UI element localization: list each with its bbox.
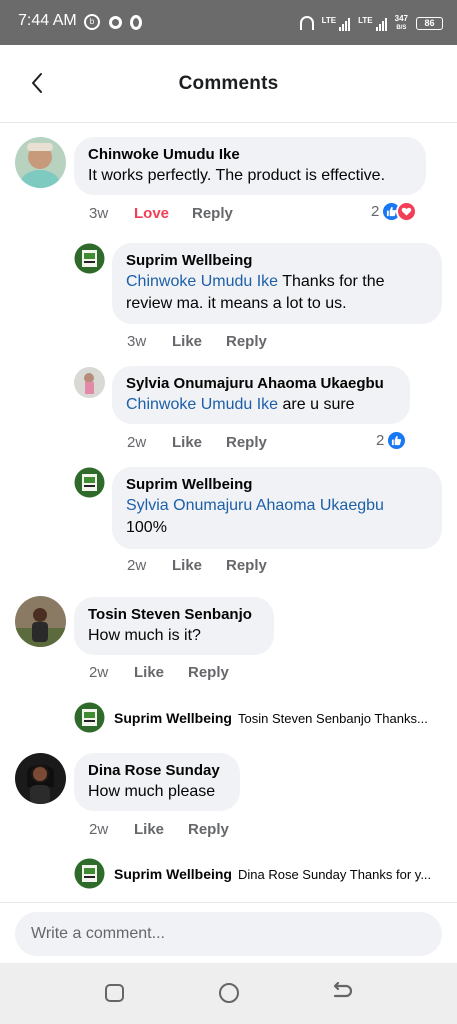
reply-bubble[interactable]: Sylvia Onumajuru Ahaoma Ukaegbu Chinwoke… <box>112 366 410 424</box>
status-time: 7:44 AM <box>18 12 77 29</box>
reply-author[interactable]: Suprim Wellbeing <box>126 475 428 495</box>
avatar-suprim[interactable] <box>74 467 105 498</box>
reply-button[interactable]: Reply <box>188 821 229 838</box>
avatar-suprim[interactable] <box>74 858 105 889</box>
like-button[interactable]: Like <box>172 333 226 350</box>
avatar-tosin[interactable] <box>15 596 66 647</box>
recent-apps-icon[interactable] <box>105 984 124 1002</box>
reply-text: Chinwoke Umudu Ike Thanks for the review… <box>126 273 385 312</box>
battery-icon: 86 <box>416 16 443 30</box>
reply-bubble[interactable]: Suprim Wellbeing Chinwoke Umudu Ike Than… <box>112 243 442 324</box>
reply-actions: 2w Like Reply <box>127 557 267 574</box>
status-bar: 7:44 AM b LTE LTE 347 B/S 86 <box>0 0 457 45</box>
avatar-suprim[interactable] <box>74 243 105 274</box>
reply-actions: 3w Like Reply <box>127 333 267 350</box>
comment-author[interactable]: Chinwoke Umudu Ike <box>88 145 412 165</box>
comment-time: 2w <box>89 821 109 838</box>
o-icon <box>130 15 142 30</box>
reply-button[interactable]: Reply <box>226 557 267 574</box>
comment-time: 2w <box>89 664 109 681</box>
comment-time: 3w <box>89 205 109 222</box>
reaction-summary[interactable]: 2 <box>376 430 408 451</box>
comment-bubble[interactable]: Tosin Steven Senbanjo How much is it? <box>74 597 274 655</box>
comment-text: How much please <box>88 783 216 800</box>
reply-actions: 2w Like Reply <box>127 434 267 451</box>
reply-button[interactable]: Reply <box>192 205 233 222</box>
comment-text: How much is it? <box>88 627 201 644</box>
comment-actions: 2w Like Reply <box>89 821 229 838</box>
avatar-chinwoke[interactable] <box>15 137 66 188</box>
comment-actions: 3w Love Reply <box>89 205 233 222</box>
reply-time: 2w <box>127 557 147 574</box>
avatar-dina[interactable] <box>15 753 66 804</box>
back-icon[interactable] <box>331 981 353 1007</box>
mention-link[interactable]: Sylvia Onumajuru Ahaoma Ukaegbu <box>126 497 384 514</box>
like-button[interactable]: Like <box>172 434 226 451</box>
reply-button[interactable]: Reply <box>226 434 267 451</box>
like-icon <box>386 430 408 451</box>
comment-author[interactable]: Dina Rose Sunday <box>88 761 226 781</box>
comment-bubble[interactable]: Dina Rose Sunday How much please <box>74 753 240 811</box>
love-button[interactable]: Love <box>134 205 192 222</box>
comment-composer-bar <box>0 902 457 963</box>
comment-bubble[interactable]: Chinwoke Umudu Ike It works perfectly. T… <box>74 137 426 195</box>
reaction-summary[interactable]: 2 <box>371 201 418 222</box>
system-nav-bar <box>0 963 457 1024</box>
avatar-sylvia[interactable] <box>74 367 105 398</box>
collapsed-reply-author: Suprim Wellbeing <box>114 710 232 726</box>
comment-text: It works perfectly. The product is effec… <box>88 167 386 184</box>
collapsed-reply[interactable]: Suprim Wellbeing Dina Rose Sunday Thanks… <box>114 865 444 883</box>
comment-actions: 2w Like Reply <box>89 664 229 681</box>
like-button[interactable]: Like <box>134 821 188 838</box>
reply-button[interactable]: Reply <box>188 664 229 681</box>
mention-link[interactable]: Chinwoke Umudu Ike <box>126 396 278 413</box>
like-button[interactable]: Like <box>172 557 226 574</box>
b-icon: b <box>84 14 100 30</box>
reply-mention-line: Sylvia Onumajuru Ahaoma Ukaegbu <box>126 495 428 517</box>
comment-author[interactable]: Tosin Steven Senbanjo <box>88 605 260 625</box>
comment-input[interactable] <box>15 912 442 956</box>
reply-author[interactable]: Suprim Wellbeing <box>126 251 428 271</box>
avatar-suprim[interactable] <box>74 702 105 733</box>
love-icon <box>396 201 418 222</box>
status-right-group: LTE LTE 347 B/S 86 <box>299 12 443 34</box>
reply-bubble[interactable]: Suprim Wellbeing Sylvia Onumajuru Ahaoma… <box>112 467 442 549</box>
collapsed-reply-author: Suprim Wellbeing <box>114 866 232 882</box>
like-button[interactable]: Like <box>134 664 188 681</box>
mention-link[interactable]: Chinwoke Umudu Ike <box>126 273 278 290</box>
reaction-count: 2 <box>371 203 380 220</box>
headphones-icon <box>299 16 314 30</box>
reply-author[interactable]: Sylvia Onumajuru Ahaoma Ukaegbu <box>126 374 396 394</box>
lte-signal-icon: LTE <box>358 16 387 31</box>
reply-text: 100% <box>126 519 167 536</box>
reply-time: 3w <box>127 333 147 350</box>
reply-button[interactable]: Reply <box>226 333 267 350</box>
comments-header: Comments <box>0 45 457 123</box>
page-title: Comments <box>178 73 279 94</box>
network-speed-icon: 347 B/S <box>394 13 408 31</box>
home-icon[interactable] <box>219 983 239 1003</box>
reply-time: 2w <box>127 434 147 451</box>
collapsed-reply-text: Dina Rose Sunday Thanks for y... <box>237 866 432 882</box>
circle-icon <box>109 16 122 29</box>
collapsed-reply[interactable]: Suprim Wellbeing Tosin Steven Senbanjo T… <box>114 709 444 727</box>
lte-signal-icon: LTE <box>322 16 351 31</box>
collapsed-reply-text: Tosin Steven Senbanjo Thanks... <box>237 710 428 726</box>
reaction-count: 2 <box>376 432 385 449</box>
reply-text: Chinwoke Umudu Ike are u sure <box>126 396 355 413</box>
